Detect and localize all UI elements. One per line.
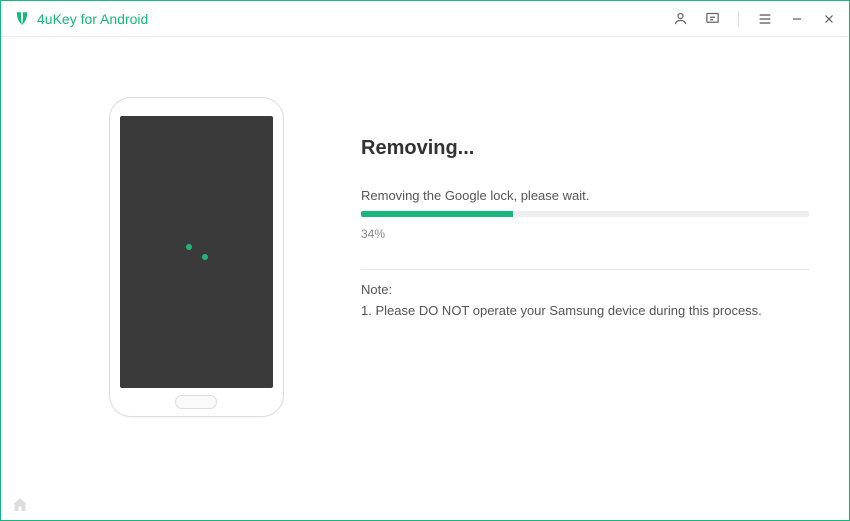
progress-panel: Removing... Removing the Google lock, pl… — [361, 77, 819, 490]
minimize-icon[interactable] — [789, 11, 805, 27]
phone-mockup — [109, 97, 284, 417]
progress-fill — [361, 211, 513, 217]
progress-status: Removing the Google lock, please wait. — [361, 188, 809, 203]
progress-percent: 34% — [361, 227, 809, 241]
loading-dot — [202, 254, 208, 260]
phone-screen — [120, 116, 273, 388]
titlebar: 4uKey for Android — [1, 1, 849, 37]
user-icon[interactable] — [672, 11, 688, 27]
progress-bar — [361, 211, 809, 217]
note-text: 1. Please DO NOT operate your Samsung de… — [361, 301, 809, 321]
footer — [1, 490, 849, 520]
logo-icon — [13, 10, 31, 28]
home-icon[interactable] — [11, 496, 29, 514]
close-icon[interactable] — [821, 11, 837, 27]
menu-icon[interactable] — [757, 11, 773, 27]
phone-home-button — [175, 395, 217, 409]
progress-heading: Removing... — [361, 137, 809, 160]
device-preview-area — [31, 77, 361, 490]
app-title: 4uKey for Android — [37, 11, 148, 27]
separator — [738, 11, 739, 27]
titlebar-controls — [672, 11, 837, 27]
note-label: Note: — [361, 282, 809, 297]
app-logo: 4uKey for Android — [13, 10, 148, 28]
divider — [361, 269, 809, 270]
loading-dot — [186, 244, 192, 250]
main-content: Removing... Removing the Google lock, pl… — [1, 37, 849, 490]
feedback-icon[interactable] — [704, 11, 720, 27]
